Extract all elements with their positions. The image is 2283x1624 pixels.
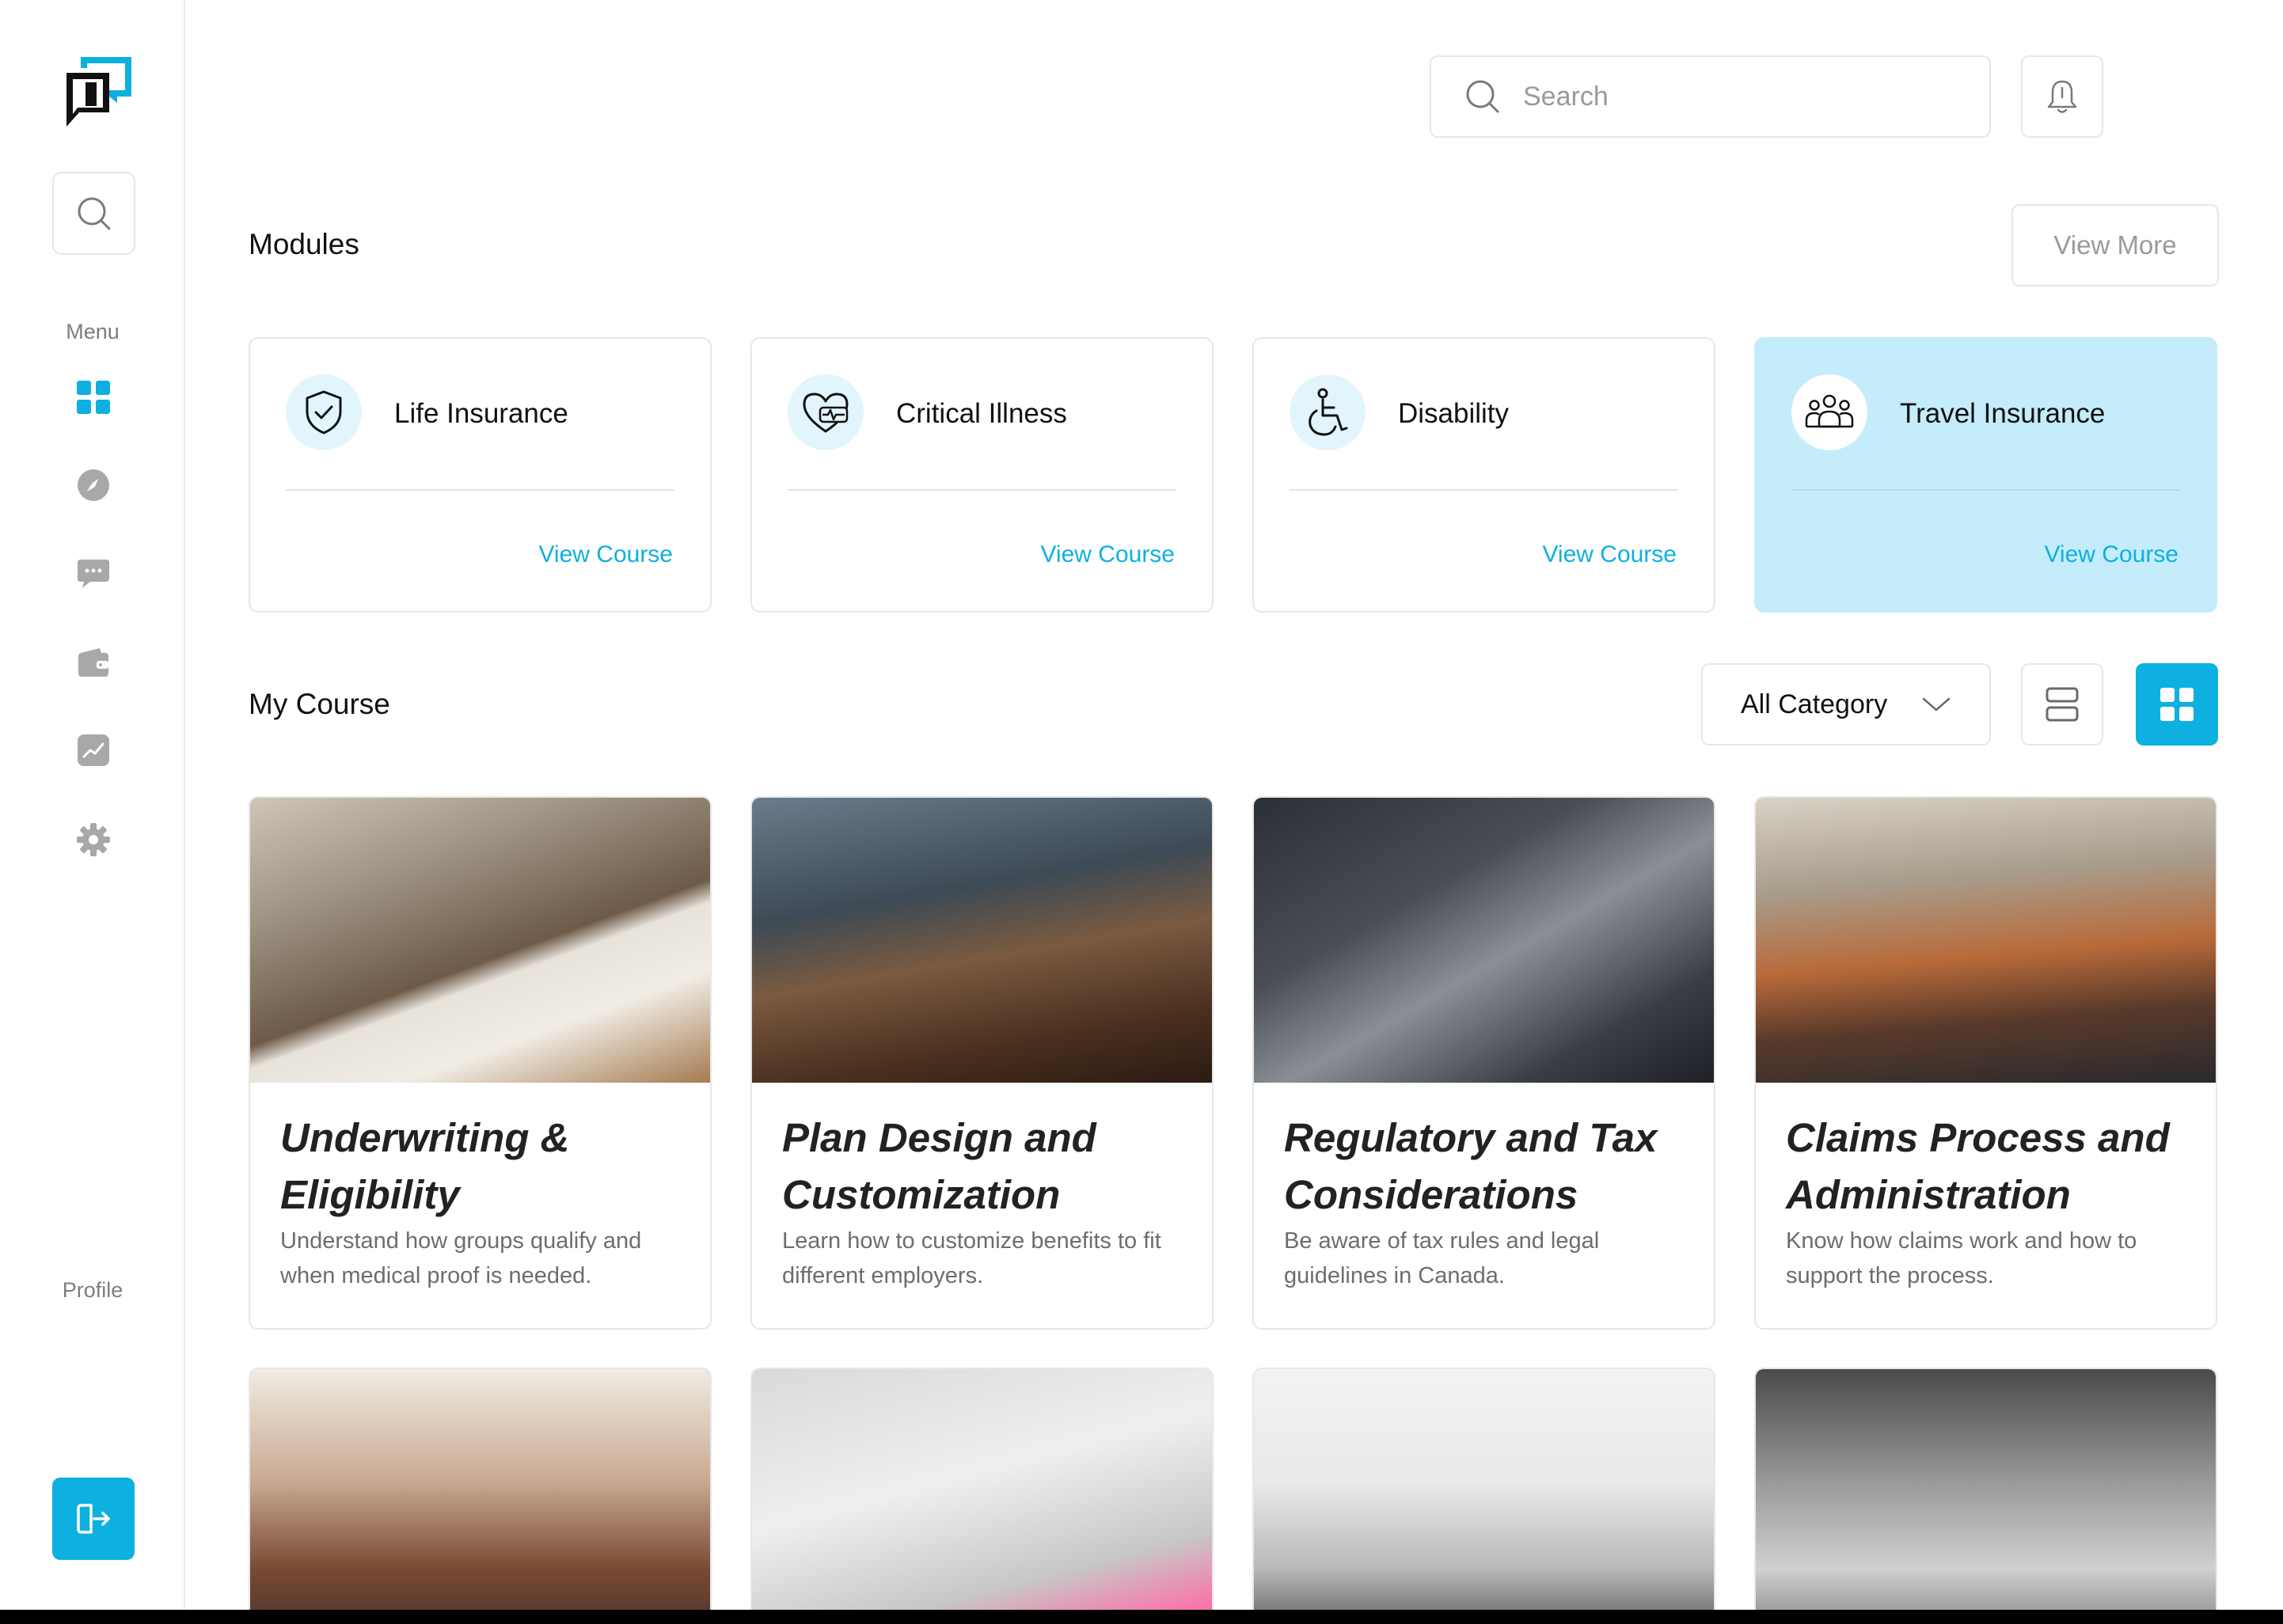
logout-button[interactable] (52, 1478, 135, 1560)
module-card-travel-insurance[interactable]: Travel Insurance View Course (1754, 337, 2217, 613)
chevron-down-icon (1922, 697, 1951, 711)
module-card-disability[interactable]: Disability View Course (1252, 337, 1715, 613)
brand-logo[interactable] (62, 51, 136, 136)
module-divider (286, 489, 674, 491)
view-course-link[interactable]: View Course (1542, 541, 1677, 568)
course-thumbnail (1756, 798, 2216, 1083)
module-card-critical-illness[interactable]: Critical Illness View Course (750, 337, 1214, 613)
module-divider (1791, 489, 2180, 491)
category-selected-value: All Category (1741, 689, 1888, 719)
module-card-life-insurance[interactable]: Life Insurance View Course (249, 337, 712, 613)
modules-heading: Modules (249, 228, 359, 260)
list-view-toggle[interactable] (2021, 663, 2103, 746)
app-window: Menu Profile Search Modules View More Li… (0, 0, 2283, 1610)
sidebar-item-explore[interactable] (69, 461, 118, 510)
shield-check-icon (286, 374, 362, 450)
course-thumbnail (1756, 1369, 2216, 1610)
module-divider (788, 489, 1176, 491)
course-title: Plan Design and Customization (782, 1115, 1096, 1217)
course-card[interactable] (1754, 1368, 2217, 1610)
course-card[interactable]: Plan Design and Customization Learn how … (750, 796, 1214, 1330)
view-course-link[interactable]: View Course (1040, 541, 1175, 568)
sidebar-profile-link[interactable]: Profile (0, 1278, 185, 1303)
my-course-heading: My Course (249, 688, 390, 720)
course-card[interactable] (1252, 1368, 1715, 1610)
sidebar-item-dashboard[interactable] (69, 373, 118, 422)
module-name: Disability (1398, 398, 1510, 429)
course-thumbnail (250, 1369, 710, 1610)
search-input[interactable] (1523, 81, 1966, 112)
course-title: Claims Process and Administration (1786, 1115, 2170, 1217)
category-dropdown[interactable]: All Category (1701, 663, 1991, 746)
course-card[interactable]: Underwriting & Eligibility Understand ho… (249, 796, 712, 1330)
course-thumbnail (1254, 1369, 1714, 1610)
course-card[interactable]: Regulatory and Tax Considerations Be awa… (1252, 796, 1715, 1330)
course-thumbnail (752, 1369, 1212, 1610)
sidebar-item-analytics[interactable] (69, 726, 118, 775)
view-course-link[interactable]: View Course (538, 541, 673, 568)
settings-gear-icon (77, 823, 110, 856)
module-divider (1290, 489, 1678, 491)
view-more-button[interactable]: View More (2011, 204, 2219, 286)
notifications-button[interactable] (2021, 55, 2103, 138)
chat-icon (78, 560, 109, 588)
grid-view-icon (2160, 688, 2194, 721)
list-view-icon (2046, 687, 2079, 722)
view-course-link[interactable]: View Course (2044, 541, 2179, 568)
bell-icon (2047, 80, 2077, 113)
course-title: Regulatory and Tax Considerations (1284, 1115, 1658, 1217)
menu-label: Menu (66, 320, 120, 343)
course-card[interactable] (750, 1368, 1214, 1610)
module-name: Critical Illness (896, 398, 1067, 429)
search-icon (78, 197, 110, 230)
course-description: Be aware of tax rules and legal guidelin… (1284, 1228, 1600, 1288)
compass-icon (78, 469, 109, 501)
course-description: Understand how groups qualify and when m… (280, 1228, 642, 1288)
course-thumbnail (752, 798, 1212, 1083)
wallet-icon (78, 648, 108, 677)
course-description: Learn how to customize benefits to fit d… (782, 1228, 1161, 1288)
sidebar-item-wallet[interactable] (69, 638, 118, 687)
sidebar: Menu Profile (0, 0, 185, 1610)
search-icon (1466, 80, 1499, 113)
sidebar-search-button[interactable] (52, 172, 135, 255)
course-thumbnail (1254, 798, 1714, 1083)
wheelchair-icon (1290, 374, 1366, 450)
grid-view-toggle[interactable] (2136, 663, 2218, 746)
group-people-icon (1791, 374, 1867, 450)
analytics-icon (78, 734, 109, 766)
course-thumbnail (250, 798, 710, 1083)
sidebar-item-messages[interactable] (69, 549, 118, 598)
heart-pulse-icon (788, 374, 864, 450)
course-description: Know how claims work and how to support … (1786, 1228, 2137, 1288)
module-name: Travel Insurance (1900, 398, 2106, 429)
course-card[interactable] (249, 1368, 712, 1610)
logout-icon (77, 1504, 110, 1534)
search-field[interactable] (1430, 55, 1991, 138)
sidebar-item-settings[interactable] (69, 815, 118, 864)
module-name: Life Insurance (394, 398, 568, 429)
course-title: Underwriting & Eligibility (280, 1115, 570, 1217)
dashboard-grid-icon (77, 381, 110, 414)
course-card[interactable]: Claims Process and Administration Know h… (1754, 796, 2217, 1330)
